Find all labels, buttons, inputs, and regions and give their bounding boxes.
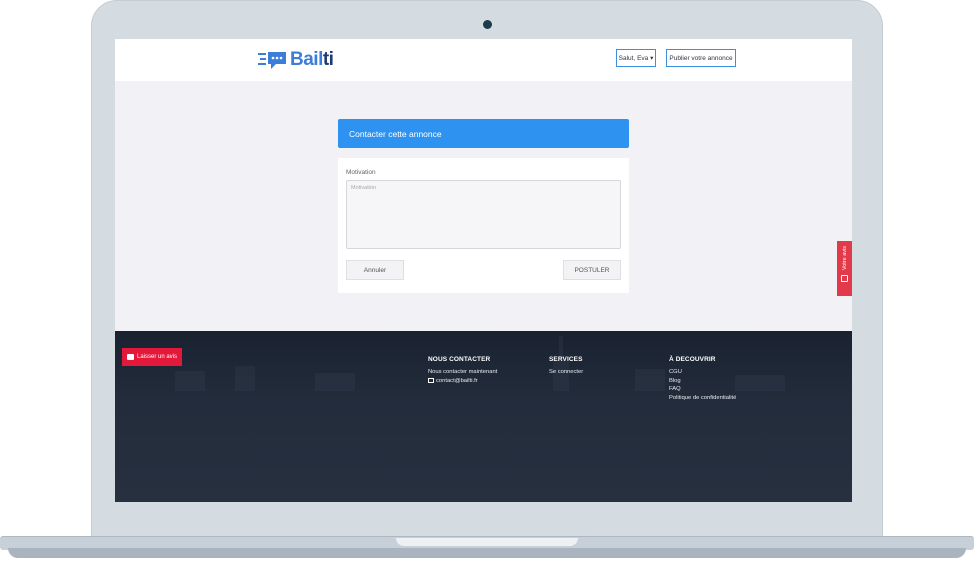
footer-services-title: SERVICES [549, 356, 583, 363]
feedback-icon [841, 275, 848, 283]
footer-discover: À DECOUVRIR CGU Blog FAQ Politique de co… [669, 356, 736, 403]
contact-now-link[interactable]: Nous contacter maintenant [428, 368, 497, 377]
footer: Laisser un avis NOUS CONTACTER Nous cont… [115, 331, 852, 502]
cgu-link[interactable]: CGU [669, 368, 736, 377]
feedback-side-tab[interactable]: Votre avis [837, 241, 852, 296]
faq-link[interactable]: FAQ [669, 385, 736, 394]
camera-icon [483, 20, 492, 29]
logo-text: Bailti [290, 49, 334, 70]
blog-link[interactable]: Blog [669, 377, 736, 386]
logo[interactable]: Bailti [258, 48, 334, 72]
publish-ad-button[interactable]: Publier votre annonce [666, 49, 736, 67]
footer-services: SERVICES Se connecter [549, 356, 583, 377]
leave-review-button[interactable]: Laisser un avis [122, 348, 182, 366]
contact-email-text: contact@bailti.fr [436, 377, 478, 384]
chat-bubble-icon [258, 49, 288, 71]
submit-button[interactable]: POSTULER [563, 260, 621, 280]
form-header: Contacter cette annonce [338, 119, 629, 148]
footer-discover-title: À DECOUVRIR [669, 356, 716, 363]
footer-contact-title: NOUS CONTACTER [428, 356, 491, 363]
motivation-textarea[interactable] [346, 180, 621, 249]
leave-review-label: Laisser un avis [137, 354, 178, 360]
contact-email-link[interactable]: contact@bailti.fr [428, 377, 497, 386]
contact-form: Motivation Annuler POSTULER [338, 158, 629, 293]
cancel-button[interactable]: Annuler [346, 260, 404, 280]
feedback-side-tab-label: Votre avis [841, 246, 848, 271]
laptop-notch [396, 538, 578, 546]
user-menu-button[interactable]: Salut, Eva ▾ [616, 49, 656, 67]
footer-contact: NOUS CONTACTER Nous contacter maintenant… [428, 356, 497, 385]
privacy-policy-link[interactable]: Politique de confidentialité [669, 394, 736, 403]
laptop-base-bottom [8, 548, 966, 558]
login-link[interactable]: Se connecter [549, 368, 583, 377]
envelope-icon [428, 377, 434, 383]
screen: Bailti Salut, Eva ▾ Publier votre annonc… [115, 39, 852, 502]
motivation-label: Motivation [346, 169, 376, 176]
comment-icon [127, 354, 134, 360]
navbar: Bailti Salut, Eva ▾ Publier votre annonc… [115, 39, 852, 81]
